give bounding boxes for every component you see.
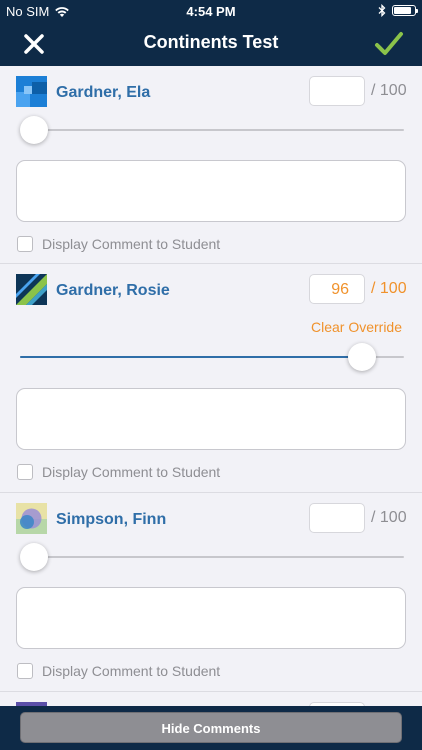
checkmark-icon[interactable] (372, 27, 406, 61)
student-card: Simpson, Finn / 100 Display Comment to S… (0, 493, 422, 692)
top-bar: No SIM 4:54 PM Continents Test (0, 0, 422, 66)
clear-override-button[interactable]: Clear Override (311, 319, 402, 335)
score-slider[interactable] (20, 542, 404, 572)
bluetooth-icon (378, 4, 386, 17)
status-time: 4:54 PM (186, 4, 236, 19)
display-comment-checkbox[interactable] (17, 236, 33, 252)
avatar (16, 274, 47, 305)
student-name[interactable]: Gardner, Rosie (56, 282, 170, 300)
score-input[interactable] (309, 503, 365, 533)
display-comment-row[interactable]: Display Comment to Student (17, 236, 220, 252)
student-card: Gardner, Ela / 100 Display Comment to St… (0, 66, 422, 264)
avatar (16, 503, 47, 534)
display-comment-label: Display Comment to Student (42, 464, 221, 480)
hide-comments-button[interactable]: Hide Comments (20, 712, 402, 743)
student-card: Gardner, Rosie 96 / 100 Clear Override D… (0, 264, 422, 493)
out-of-label: / 100 (371, 280, 407, 297)
display-comment-row[interactable]: Display Comment to Student (17, 663, 220, 679)
score-input[interactable] (309, 76, 365, 106)
comment-field[interactable] (16, 587, 406, 649)
slider-thumb[interactable] (20, 116, 48, 144)
display-comment-checkbox[interactable] (17, 663, 33, 679)
score-slider[interactable] (20, 342, 404, 372)
out-of-label: / 100 (371, 509, 407, 526)
slider-thumb[interactable] (348, 343, 377, 371)
comment-field[interactable] (16, 160, 406, 222)
display-comment-label: Display Comment to Student (42, 236, 221, 252)
student-name[interactable]: Simpson, Finn (56, 511, 166, 529)
nav-bar: Continents Test (0, 22, 422, 66)
score-input[interactable]: 96 (309, 274, 365, 304)
comment-field[interactable] (16, 388, 406, 450)
out-of-label: / 100 (371, 82, 407, 99)
student-name[interactable]: Gardner, Ela (56, 84, 150, 102)
student-list: Gardner, Ela / 100 Display Comment to St… (0, 66, 422, 706)
bottom-bar: Hide Comments (0, 706, 422, 750)
display-comment-row[interactable]: Display Comment to Student (17, 464, 220, 480)
page-title: Continents Test (143, 32, 279, 52)
display-comment-checkbox[interactable] (17, 464, 33, 480)
slider-thumb[interactable] (20, 543, 48, 571)
display-comment-label: Display Comment to Student (42, 663, 221, 679)
status-bar: No SIM 4:54 PM (0, 0, 422, 22)
battery-icon (392, 5, 418, 16)
score-slider[interactable] (20, 115, 404, 145)
avatar (16, 76, 47, 107)
student-card (0, 692, 422, 706)
